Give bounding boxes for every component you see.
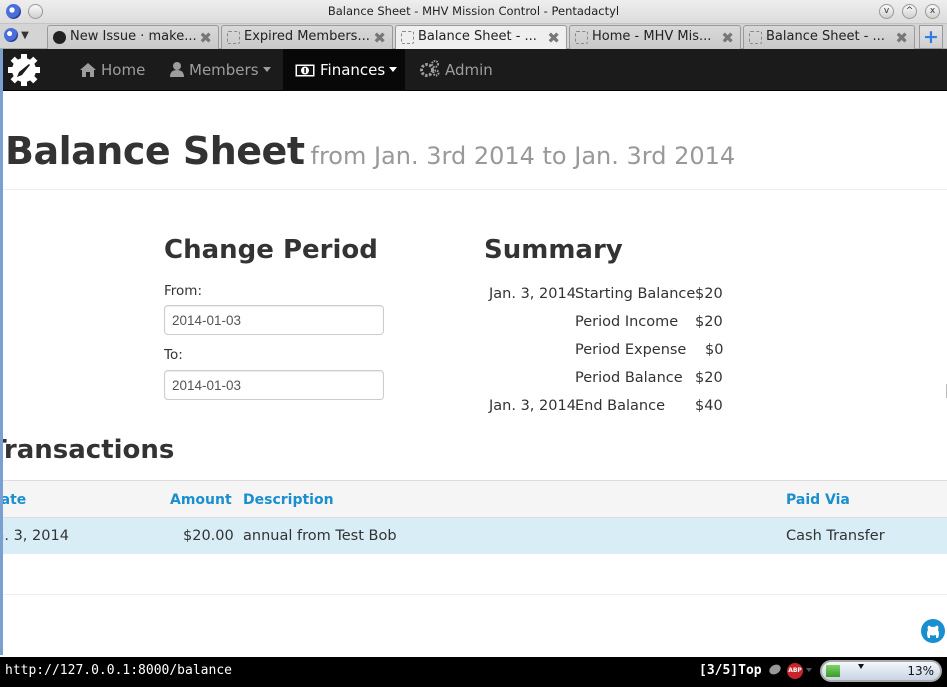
column-header-date[interactable]: Date xyxy=(3,492,26,508)
page-icon xyxy=(749,31,762,44)
change-period-heading: Change Period xyxy=(164,235,378,265)
tab-close-icon[interactable]: ✖ xyxy=(373,29,386,47)
summary-label: Period Income xyxy=(575,314,679,330)
nav-members-label: Members xyxy=(189,61,259,79)
tab-label: New Issue · make... xyxy=(70,29,197,44)
to-date-input[interactable] xyxy=(164,370,384,400)
divider xyxy=(3,189,947,190)
tab-close-icon[interactable]: ✖ xyxy=(721,29,734,47)
page-icon xyxy=(401,31,414,44)
chevron-down-icon xyxy=(262,67,271,72)
maximize-button[interactable]: ^ xyxy=(902,4,917,19)
tab-balance-sheet-active[interactable]: Balance Sheet - ... ✖ xyxy=(395,25,567,50)
load-progress-meter: 13% xyxy=(820,660,942,682)
close-window-button[interactable]: x xyxy=(925,4,940,19)
progress-fill xyxy=(826,665,840,677)
chevron-down-icon xyxy=(389,67,398,72)
github-icon xyxy=(53,31,66,44)
tab-close-icon[interactable]: ✖ xyxy=(199,29,212,47)
summary-date: Jan. 3, 2014 xyxy=(489,286,576,302)
page-header: Balance Sheet from Jan. 3rd 2014 to Jan. … xyxy=(5,129,735,173)
money-icon xyxy=(295,64,315,77)
transactions-heading: Transactions xyxy=(0,435,175,465)
window-title: Balance Sheet - MHV Mission Control - Pe… xyxy=(327,4,620,18)
adblock-icon[interactable]: ABP xyxy=(787,663,803,679)
globe-icon xyxy=(4,28,18,42)
addon-leaf-icon[interactable] xyxy=(767,662,783,677)
navbar: Home Members Finances Admin xyxy=(3,49,947,91)
to-label: To: xyxy=(164,347,183,363)
nav-home[interactable]: Home xyxy=(80,49,145,91)
home-icon xyxy=(80,63,96,77)
column-header-paid-via[interactable]: Paid Via xyxy=(786,492,850,508)
nav-admin[interactable]: Admin xyxy=(420,49,493,91)
tab-list-menu[interactable]: ▼ xyxy=(4,28,29,42)
summary-label: Period Balance xyxy=(575,370,683,386)
rocket-gear-icon[interactable] xyxy=(6,52,42,88)
tab-close-icon[interactable]: ✖ xyxy=(895,29,908,47)
new-tab-button[interactable]: + xyxy=(919,25,943,49)
page-viewport: Home Members Finances Admin Balance Shee… xyxy=(0,49,947,655)
tab-label: Balance Sheet - ... xyxy=(418,29,537,44)
summary-date: Jan. 3, 2014 xyxy=(489,398,576,414)
github-icon[interactable] xyxy=(921,619,945,643)
cell-amount: $20.00 xyxy=(183,528,234,544)
nav-finances-label: Finances xyxy=(320,61,386,79)
tab-label: Balance Sheet - ... xyxy=(766,29,885,44)
summary-label: End Balance xyxy=(575,398,665,414)
nav-home-label: Home xyxy=(101,61,146,79)
table-row[interactable]: Jan. 3, 2014 $20.00 annual from Test Bob… xyxy=(3,518,947,554)
cell-paid-via: Cash Transfer xyxy=(786,528,885,544)
tab-label: Home - MHV Mis... xyxy=(592,29,712,44)
cell-description: annual from Test Bob xyxy=(243,528,397,544)
cell-date: Jan. 3, 2014 xyxy=(3,528,69,544)
tab-new-issue[interactable]: New Issue · make... ✖ xyxy=(47,25,219,49)
tab-expired-members[interactable]: Expired Members... ✖ xyxy=(221,25,393,49)
summary-heading: Summary xyxy=(484,235,623,265)
minimize-button[interactable]: v xyxy=(879,4,894,19)
tab-balance-sheet-2[interactable]: Balance Sheet - ... ✖ xyxy=(743,25,915,49)
tab-position-indicator: [3/5]Top xyxy=(699,663,762,678)
status-url: http://127.0.0.1:8000/balance xyxy=(5,663,232,678)
page-title: Balance Sheet xyxy=(5,129,305,173)
tab-home[interactable]: Home - MHV Mis... ✖ xyxy=(569,25,741,49)
divider xyxy=(3,594,947,595)
nav-members[interactable]: Members xyxy=(170,49,271,91)
tab-bar: ▼ New Issue · make... ✖ Expired Members.… xyxy=(0,24,947,50)
summary-label: Period Expense xyxy=(575,342,687,358)
transactions-header-row: Date Amount Description Paid Via xyxy=(3,480,947,518)
summary-amount: $20 xyxy=(695,370,723,386)
column-header-amount[interactable]: Amount xyxy=(170,492,232,508)
summary-amount: $20 xyxy=(695,314,723,330)
page-icon xyxy=(575,31,588,44)
page-icon xyxy=(227,31,240,44)
from-label: From: xyxy=(164,283,202,299)
user-icon xyxy=(170,62,184,77)
tab-close-icon[interactable]: ✖ xyxy=(547,29,560,47)
column-header-description[interactable]: Description xyxy=(243,492,334,508)
window-titlebar: Balance Sheet - MHV Mission Control - Pe… xyxy=(0,0,947,24)
status-bar: http://127.0.0.1:8000/balance [3/5]Top A… xyxy=(0,655,947,687)
progress-label: 13% xyxy=(907,664,934,678)
summary-label: Starting Balance xyxy=(575,286,696,302)
chevron-down-icon[interactable] xyxy=(806,668,812,672)
from-date-input[interactable] xyxy=(164,305,384,335)
nav-finances[interactable]: Finances xyxy=(283,49,405,91)
tab-label: Expired Members... xyxy=(244,29,370,44)
gears-icon xyxy=(420,60,440,77)
nav-admin-label: Admin xyxy=(445,61,493,79)
summary-amount: $40 xyxy=(695,398,723,414)
summary-amount: $20 xyxy=(695,286,723,302)
summary-amount: $0 xyxy=(705,342,724,358)
progress-marker xyxy=(858,664,864,669)
page-subtitle: from Jan. 3rd 2014 to Jan. 3rd 2014 xyxy=(310,142,736,170)
